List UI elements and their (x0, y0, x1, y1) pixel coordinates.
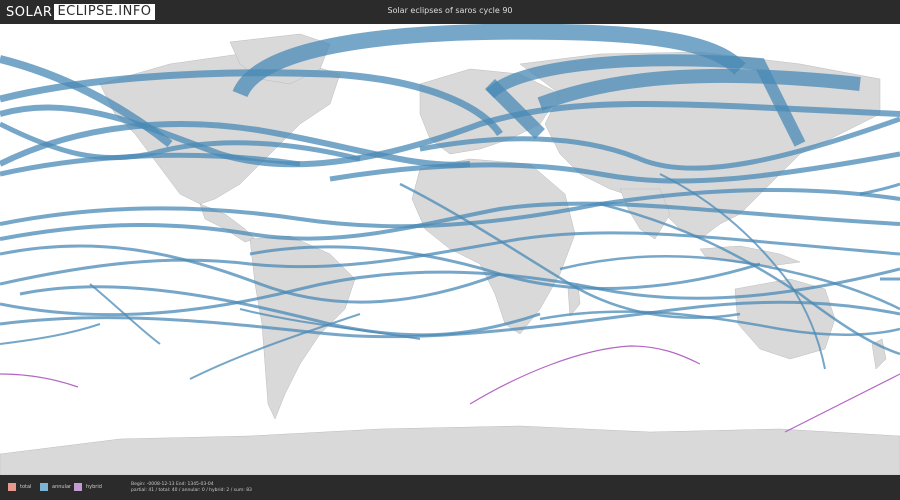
legend-item-hybrid: hybrid (74, 483, 102, 491)
legend-label-total: total (20, 484, 32, 490)
map-svg (0, 24, 900, 475)
legend-label-hybrid: hybrid (86, 484, 102, 490)
stats: Begin: -0008-12-13 End: 1345-03-04 parti… (131, 482, 252, 494)
world-map[interactable] (0, 24, 900, 475)
header: SOLAR ECLIPSE.INFO Solar eclipses of sar… (0, 0, 900, 24)
legend-swatch-annular (40, 483, 48, 491)
stats-counts: partial: 41 / total: 40 / annular: 0 / h… (131, 488, 252, 493)
legend-item-annular: annular (40, 483, 71, 491)
legend-swatch-hybrid (74, 483, 82, 491)
legend-swatch-total (8, 483, 16, 491)
page-title: Solar eclipses of saros cycle 90 (387, 6, 513, 15)
legend-item-total: total (8, 483, 31, 491)
legend-label-annular: annular (52, 484, 72, 490)
footer: total annular hybrid Begin: -0008-12-13 … (0, 475, 900, 500)
